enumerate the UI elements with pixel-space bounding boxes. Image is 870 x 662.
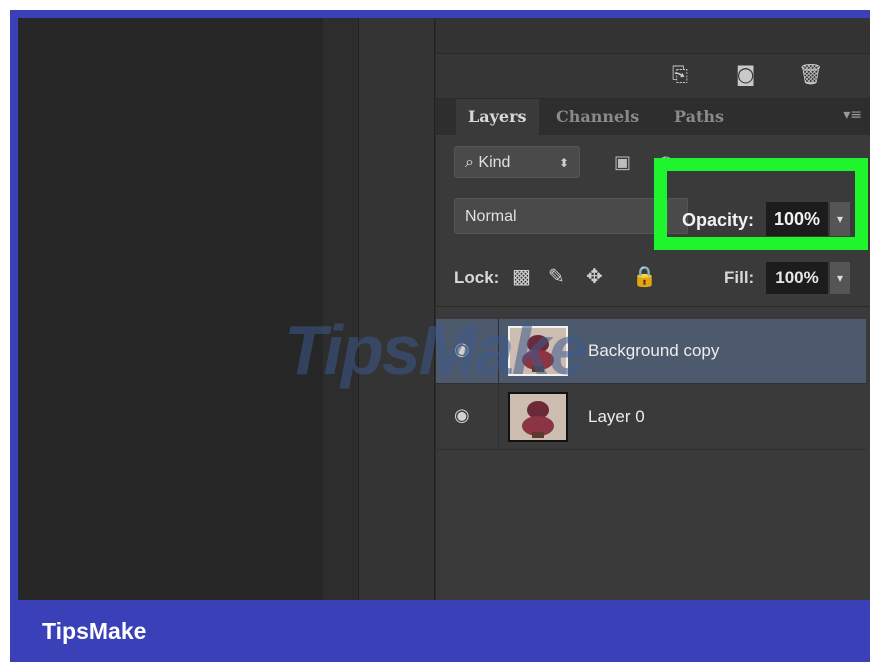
eye-icon[interactable]: ◉ xyxy=(454,339,470,360)
layers-list: ◉ Background copy ◉ Layer 0 xyxy=(436,306,870,600)
filter-kind-label: Kind xyxy=(478,154,511,171)
eye-column-divider xyxy=(498,385,499,449)
lock-move-icon[interactable]: ✥ xyxy=(586,264,603,288)
lock-all-icon[interactable]: 🔒 xyxy=(632,264,657,288)
canvas-edge xyxy=(323,18,358,600)
fill-value[interactable]: 100% xyxy=(766,262,828,294)
lock-row: Lock: ▩ ✎ ✥ 🔒 Fill: 100% ▾ xyxy=(436,248,870,306)
opacity-arrow[interactable]: ▾ xyxy=(830,202,850,236)
layer-name: Layer 0 xyxy=(588,407,645,426)
photoshop-screen: ⎘ ◙ 🗑 Layers Channels Paths ▾≡ ⌕ Kind ⬍ … xyxy=(18,18,870,600)
fill-arrow[interactable]: ▾ xyxy=(830,262,850,294)
layer-thumbnail xyxy=(508,392,568,442)
eye-column-divider xyxy=(498,319,499,383)
lock-label: Lock: xyxy=(454,268,500,287)
tab-channels[interactable]: Channels xyxy=(544,99,651,135)
footer-brand: TipsMake xyxy=(42,618,147,644)
filter-kind-select[interactable]: ⌕ Kind ⬍ xyxy=(454,146,580,178)
panel-menu-icon[interactable]: ▾≡ xyxy=(843,107,862,123)
eye-icon[interactable]: ◉ xyxy=(454,405,470,426)
layer-row[interactable]: ◉ Background copy xyxy=(436,319,866,384)
tab-paths[interactable]: Paths xyxy=(662,99,736,135)
opacity-label: Opacity: xyxy=(682,210,755,230)
blend-mode-select[interactable]: Normal xyxy=(454,198,668,234)
layer-thumbnail xyxy=(508,326,568,376)
tab-layers[interactable]: Layers xyxy=(456,99,539,135)
panel-top-bar xyxy=(436,18,870,54)
image-frame: ⎘ ◙ 🗑 Layers Channels Paths ▾≡ ⌕ Kind ⬍ … xyxy=(10,10,870,600)
lock-paint-icon[interactable]: ✎ xyxy=(548,264,565,288)
fill-label: Fill: xyxy=(724,268,755,287)
panel-tabs: Layers Channels Paths ▾≡ xyxy=(436,99,870,135)
camera-icon[interactable]: ◙ xyxy=(736,62,755,86)
layers-panel: ⎘ ◙ 🗑 Layers Channels Paths ▾≡ ⌕ Kind ⬍ … xyxy=(436,18,870,600)
opacity-value[interactable]: 100% xyxy=(766,202,828,236)
panel-toolbar: ⎘ ◙ 🗑 xyxy=(436,54,870,99)
canvas-area[interactable] xyxy=(18,18,323,600)
new-layer-icon[interactable]: ⎘ xyxy=(672,62,688,86)
trash-icon[interactable]: 🗑 xyxy=(798,62,823,86)
lock-transparent-icon[interactable]: ▩ xyxy=(512,264,531,288)
footer-bar: TipsMake xyxy=(10,600,870,662)
layer-name: Background copy xyxy=(588,341,720,360)
image-filter-icon[interactable]: ▣ xyxy=(614,152,631,173)
panel-gutter xyxy=(358,18,435,600)
layer-row[interactable]: ◉ Layer 0 xyxy=(436,385,866,450)
updown-icon: ⬍ xyxy=(558,156,569,170)
search-icon: ⌕ xyxy=(465,154,474,171)
